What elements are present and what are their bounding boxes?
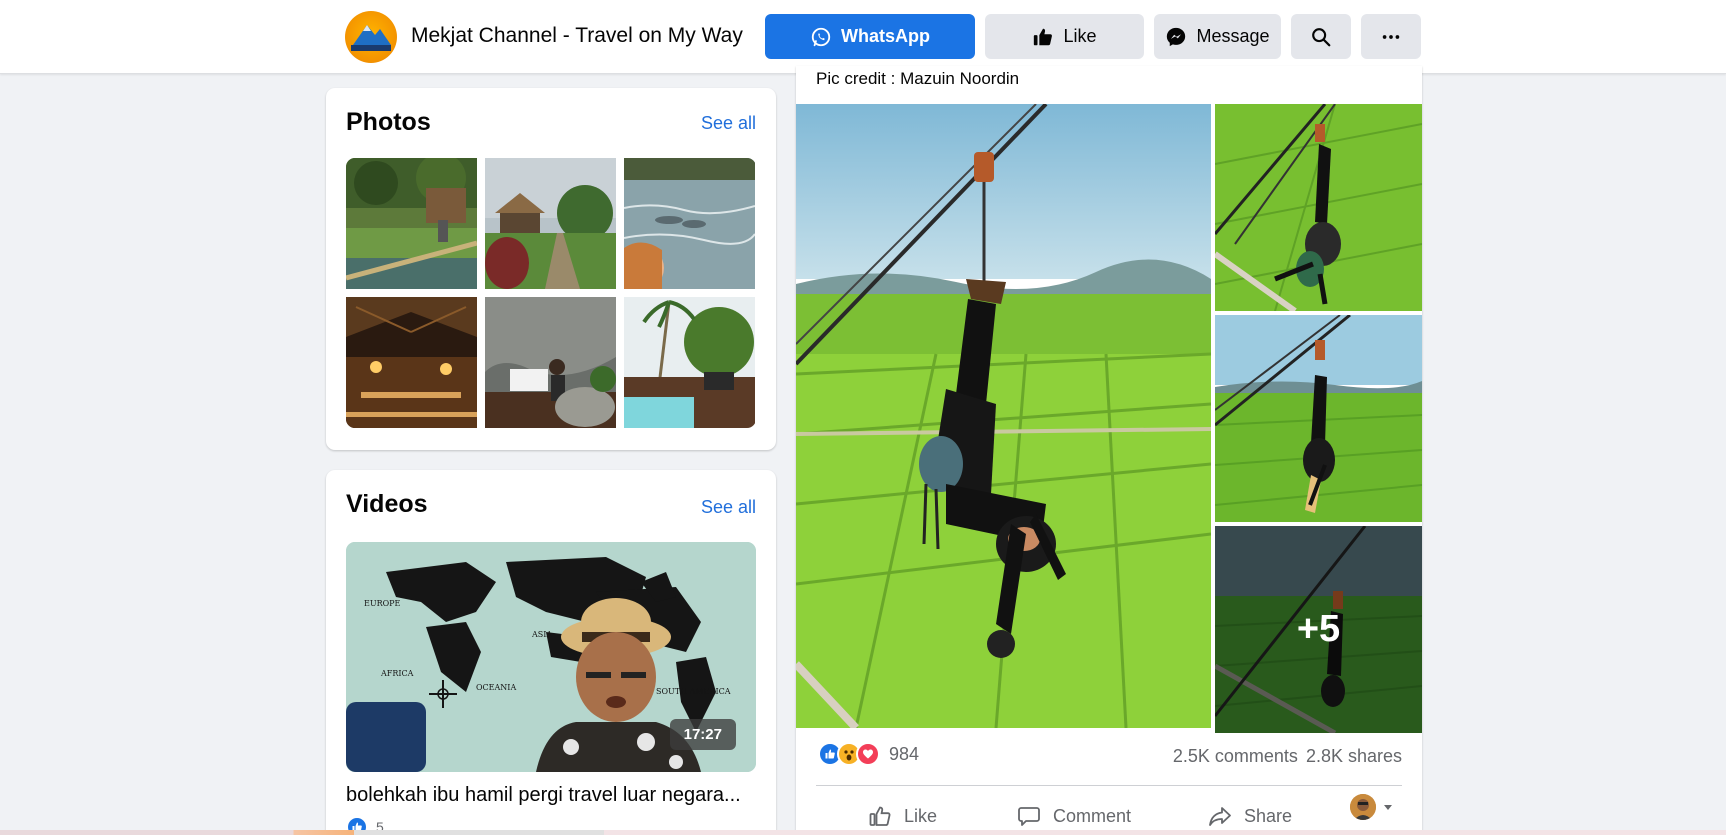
photos-see-all-link[interactable]: See all (701, 113, 756, 134)
photo-thumbnail[interactable] (624, 158, 755, 289)
love-reaction-icon (856, 742, 880, 766)
pic-credit-text: Pic credit : Mazuin Noordin (816, 69, 1020, 88)
map-label: SOUTH AMERICA (656, 687, 731, 696)
photo-grid (346, 158, 756, 428)
videos-title: Videos (346, 490, 428, 518)
whatsapp-button[interactable]: WhatsApp (765, 14, 975, 59)
like-label: Like (1063, 26, 1097, 46)
more-options-button[interactable] (1361, 14, 1421, 59)
more-dots-icon (1382, 34, 1400, 39)
photo-thumbnail[interactable] (346, 297, 477, 428)
page-name[interactable]: Mekjat Channel - Travel on My Way (411, 24, 743, 48)
post-like-label: Like (904, 805, 938, 826)
mountain-logo-icon (351, 25, 391, 51)
message-button[interactable]: Message (1154, 14, 1281, 59)
photos-card: Photos See all (326, 88, 776, 450)
photo-thumbnail[interactable] (346, 158, 477, 289)
photos-title: Photos (346, 108, 431, 136)
shares-count[interactable]: 2.8K shares (1306, 746, 1402, 767)
avatar (1350, 794, 1376, 820)
whatsapp-label: WhatsApp (841, 26, 930, 46)
thumbs-up-outline-icon (869, 806, 891, 826)
post-stats: 2.5K comments 2.8K shares (1173, 746, 1402, 767)
page-header: Mekjat Channel - Travel on My Way WhatsA… (0, 0, 1726, 74)
bottom-loading-strip (0, 830, 1726, 835)
like-page-button[interactable]: Like (985, 14, 1144, 59)
more-photos-overlay[interactable]: +5 (1215, 526, 1422, 733)
caret-down-icon (1384, 805, 1392, 810)
message-label: Message (1196, 26, 1270, 46)
post-main-photo[interactable] (796, 104, 1211, 728)
photo-thumbnail[interactable] (624, 297, 755, 428)
map-label: ASIA (531, 630, 552, 639)
photo-thumbnail[interactable] (485, 297, 616, 428)
video-thumbnail[interactable]: EUROPE ASIA AFRICA OCEANIA SOUTH AMERICA (346, 542, 756, 772)
post-side-photo[interactable] (1215, 315, 1422, 522)
search-button[interactable] (1291, 14, 1351, 59)
photo-thumbnail[interactable] (485, 158, 616, 289)
reactions-summary[interactable]: 984 (818, 742, 919, 766)
videos-see-all-link[interactable]: See all (701, 497, 756, 518)
search-icon (1312, 27, 1331, 46)
react-as-selector[interactable] (1350, 794, 1394, 820)
post-side-photo[interactable] (1215, 104, 1422, 311)
whatsapp-icon (811, 27, 831, 46)
comments-count[interactable]: 2.5K comments (1173, 746, 1298, 767)
post-side-photo-more[interactable]: +5 (1215, 526, 1422, 733)
share-arrow-icon (1209, 807, 1231, 826)
map-label: OCEANIA (476, 683, 516, 692)
video-title[interactable]: bolehkah ibu hamil pergi travel luar neg… (346, 784, 766, 807)
messenger-icon (1167, 27, 1186, 46)
map-label: EUROPE (364, 599, 401, 608)
map-label: AFRICA (380, 669, 414, 678)
post-card: Pic credit : Mazuin Noordin +5 984 2.5K … (796, 66, 1422, 835)
post-share-label: Share (1244, 805, 1293, 826)
comment-icon (1018, 807, 1040, 826)
thumbs-up-icon (1034, 28, 1053, 45)
page-logo[interactable] (345, 11, 397, 63)
post-actions-divider (816, 785, 1402, 786)
post-comment-label: Comment (1053, 805, 1132, 826)
videos-card: Videos See all EUROPE ASIA AFRICA OCEANI… (326, 470, 776, 835)
video-duration: 17:27 (669, 719, 736, 750)
reaction-count: 984 (889, 743, 920, 764)
